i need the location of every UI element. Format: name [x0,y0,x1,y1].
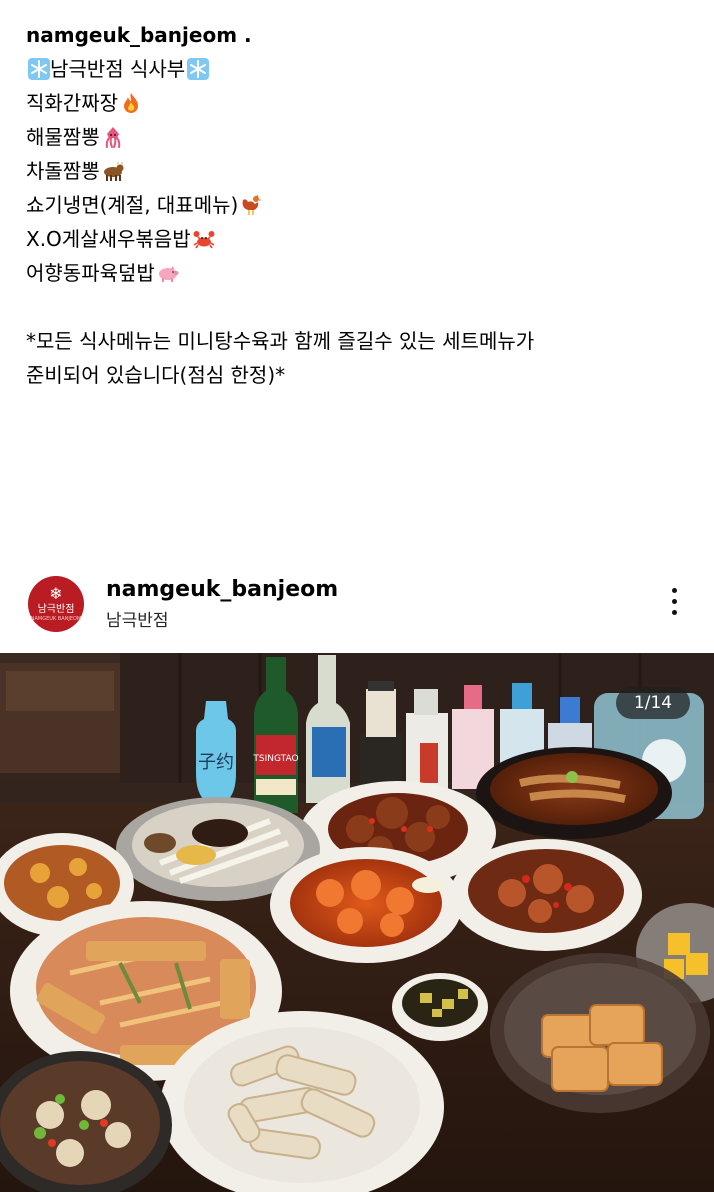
image-counter: 1/14 [616,687,690,719]
snowflake-icon: ❄ [49,584,63,603]
caption-note-line: *모든 식사메뉴는 미니탕수육과 함께 즐길수 있는 세트메뉴가 [26,329,535,353]
snowflake-icon [28,58,50,80]
post-display-name[interactable]: 남극반점 [106,610,169,632]
menu-item: 직화간짜장 [26,86,696,120]
menu-item: 쇼기냉면(계절, 대표메뉴) [26,188,696,222]
fire-icon [124,93,138,113]
dish-small-pickle [392,973,488,1041]
bottle-label: TSINGTAO [252,754,298,764]
bottle-label: 子约 [198,752,234,773]
post-caption: namgeuk_banjeom . 남극반점 식사부 직화간짜장 해물짬뽕 차돌… [26,18,696,392]
dish-spicy-chicken [450,839,642,951]
menu-item: 어향동파육덮밥 [26,256,696,290]
dish-tofu [490,953,710,1113]
menu-item-text: 쇼기냉면(계절, 대표메뉴) [26,193,239,217]
menu-item: X.O게살새우볶음밥 [26,222,696,256]
menu-item-text: 차돌짬뽕 [26,159,100,183]
menu-item-text: 어향동파육덮밥 [26,261,155,285]
crab-icon [193,231,215,249]
menu-item-text: 직화간짜장 [26,91,118,115]
post-header: ❄ 남극반점 NAMGEUK BANJEOM namgeuk_banjeom 남… [0,570,714,642]
menu-item-text: X.O게살새우볶음밥 [26,227,191,251]
snowflake-icon [187,58,210,80]
caption-title: 남극반점 식사부 [50,57,186,81]
caption-title-line: 남극반점 식사부 [26,52,696,86]
menu-item: 해물짬뽕 [26,120,696,154]
dish-claypot [476,747,672,839]
dish-chili-shrimp [270,847,462,963]
menu-item-text: 해물짬뽕 [26,125,100,149]
ox-icon [103,162,124,181]
food-table-photo: 子约 TSINGTAO [0,653,714,1192]
avatar[interactable]: ❄ 남극반점 NAMGEUK BANJEOM [28,576,84,632]
avatar-subtext: NAMGEUK BANJEOM [30,616,82,622]
squid-icon [105,127,120,148]
post-username[interactable]: namgeuk_banjeom [106,576,338,604]
caption-note: *모든 식사메뉴는 미니탕수육과 함께 즐길수 있는 세트메뉴가 준비되어 있습… [26,324,696,392]
pig-icon [158,266,179,282]
caption-username[interactable]: namgeuk_banjeom . [26,18,696,52]
menu-item: 차돌짬뽕 [26,154,696,188]
rooster-icon [242,195,263,215]
more-options-icon[interactable] [664,588,684,620]
avatar-text: 남극반점 [37,604,75,615]
caption-note-line: 준비되어 있습니다(점심 한정)* [26,363,286,387]
post-image[interactable]: 子约 TSINGTAO 1/14 [0,653,714,1192]
